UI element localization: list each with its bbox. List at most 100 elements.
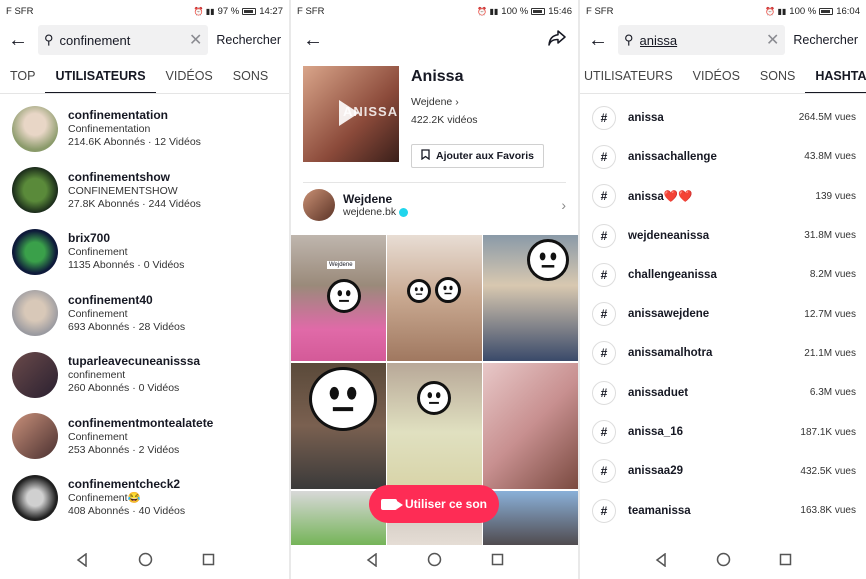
back-arrow-icon[interactable]: ← [588,29,610,52]
user-row[interactable]: confinement40 Confinement 693 Abonnés · 28… [0,283,289,345]
play-icon[interactable] [339,100,359,126]
user-handle: confinementation [68,108,169,123]
user-row[interactable]: tuparleavecuneanisssa confinement 260 Abon… [0,344,289,406]
hashtag-row[interactable]: # anissachallenge 43.8M vues [580,137,866,176]
sound-video-count: 422.2K vidéos [411,114,478,126]
hashtag-icon: # [592,262,616,287]
user-row[interactable]: confinementcheck2 Confinement😂 408 Abonnés… [0,467,289,529]
hashtag-icon: # [592,380,616,405]
add-to-favorites-button[interactable]: Ajouter aux Favoris [411,144,544,168]
bookmark-icon [421,149,430,163]
hashtag-row[interactable]: # anissaduet 6.3M vues [580,373,866,412]
hashtag-row[interactable]: # teamanissa 163.8K vues [580,491,866,530]
hashtag-icon: # [592,302,616,327]
hashtag-row[interactable]: # challengeanissa 8.2M vues [580,255,866,294]
search-button[interactable]: Rechercher [216,33,281,47]
clock: 16:04 [836,5,860,17]
video-thumbnail[interactable]: Wejdene [291,235,386,361]
tab-top[interactable]: TOP [0,58,45,93]
hashtag-row[interactable]: # anissa 264.5M vues [580,98,866,137]
user-stats: 408 Abonnés · 40 Vidéos [68,505,186,518]
search-bar: ← ⚲ confinement ✕ Rechercher [0,22,289,58]
search-input[interactable]: ⚲ confinement ✕ [38,25,209,55]
tab-videos[interactable]: VIDÉOS [156,58,223,93]
video-thumbnail[interactable] [483,235,578,361]
video-thumbnail[interactable] [483,363,578,489]
hashtag-row[interactable]: # anissaa29 432.5K vues [580,452,866,491]
hashtag-row[interactable]: # anissa❤️❤️ 139 vues [580,177,866,216]
avatar [12,167,58,214]
tab-users[interactable]: UTILISATEURS [580,58,683,93]
sound-artist[interactable]: Wejdene › [411,96,566,108]
clear-icon[interactable]: ✕ [766,30,779,50]
clear-icon[interactable]: ✕ [189,30,202,50]
face-emoji-overlay [527,239,569,281]
search-input[interactable]: ⚲ anissa ✕ [618,25,786,55]
android-nav-bar [580,545,866,579]
face-emoji-overlay [417,381,451,415]
tab-hashtags[interactable]: HA [278,58,289,93]
creator-name: Wejdene [343,192,393,206]
user-row[interactable]: confinementation Confinementation 214.6K A… [0,98,289,160]
hashtag-row[interactable]: # anissamalhotra 21.1M vues [580,334,866,373]
video-thumbnail[interactable] [387,235,482,361]
user-display-name: Confinement [68,430,128,443]
back-arrow-icon[interactable]: ← [8,29,30,52]
status-bar: F SFR ⏰ ▮▮ 100 % 15:46 [291,0,578,22]
hashtag-row[interactable]: # anissawejdene 12.7M vues [580,294,866,333]
tab-hashtags[interactable]: HASHTAGS [805,58,866,93]
user-display-name: confinement [68,369,126,382]
avatar [12,105,58,152]
hashtag-row[interactable]: # anissa_16 187.1K vues [580,412,866,451]
tab-sounds[interactable]: SONS [223,58,278,93]
sound-cover[interactable]: ANISSA [303,66,399,162]
creator-row[interactable]: Wejdene wejdene.bk › [291,183,578,227]
status-bar: F SFR ⏰ ▮▮ 97 % 14:27 [0,0,289,22]
hashtag-icon: # [592,341,616,366]
back-arrow-icon[interactable]: ← [303,29,325,52]
face-emoji-overlay [407,279,431,303]
nav-recent-icon[interactable] [202,553,215,571]
nav-home-icon[interactable] [427,552,442,572]
nav-home-icon[interactable] [716,552,731,572]
user-display-name: Confinement [68,246,128,259]
hashtag-row[interactable]: # wejdeneanissa 31.8M vues [580,216,866,255]
use-this-sound-button[interactable]: Utiliser ce son [369,485,499,523]
camera-icon [380,498,403,510]
nav-recent-icon[interactable] [491,553,504,571]
video-thumbnail[interactable] [387,363,482,489]
user-row[interactable]: brix700 Confinement 1135 Abonnés · 0 Vidéo… [0,221,289,283]
nav-back-icon[interactable] [365,552,379,572]
user-handle: confinementshow [68,169,171,184]
face-emoji-overlay [327,279,361,313]
battery-percent: 100 % [501,5,529,17]
chevron-right-icon: › [561,197,566,213]
battery-icon [531,7,546,15]
battery-icon [242,7,257,15]
nav-back-icon[interactable] [654,552,668,572]
video-thumbnail[interactable] [291,363,386,489]
carrier-label: F SFR [297,5,325,17]
nav-recent-icon[interactable] [779,553,792,571]
tab-videos[interactable]: VIDÉOS [683,58,750,93]
nav-back-icon[interactable] [75,552,89,572]
user-handle: confinement40 [68,292,153,307]
hashtag-icon: # [592,420,616,445]
tab-sounds[interactable]: SONS [750,58,805,93]
nav-home-icon[interactable] [138,552,153,572]
avatar [303,189,335,221]
battery-icon [819,7,834,15]
tab-users[interactable]: UTILISATEURS [45,58,156,93]
user-row[interactable]: confinementmontealatete Confinement 253 Ab… [0,406,289,468]
search-value: anissa [639,32,678,48]
hashtag-icon: # [592,105,616,130]
share-icon[interactable] [548,29,566,51]
carrier-label: F SFR [6,5,34,17]
face-emoji-overlay [435,277,461,303]
user-handle: brix700 [68,231,111,246]
screen-sound-page: F SFR ⏰ ▮▮ 100 % 15:46 ← ANISSA Anissa W… [291,0,578,579]
creator-handle: wejdene.bk [343,206,397,218]
clock: 15:46 [548,5,572,17]
user-row[interactable]: confinementshow CONFINEMENTSHOW 27.8K Abon… [0,160,289,222]
search-button[interactable]: Rechercher [793,33,858,47]
